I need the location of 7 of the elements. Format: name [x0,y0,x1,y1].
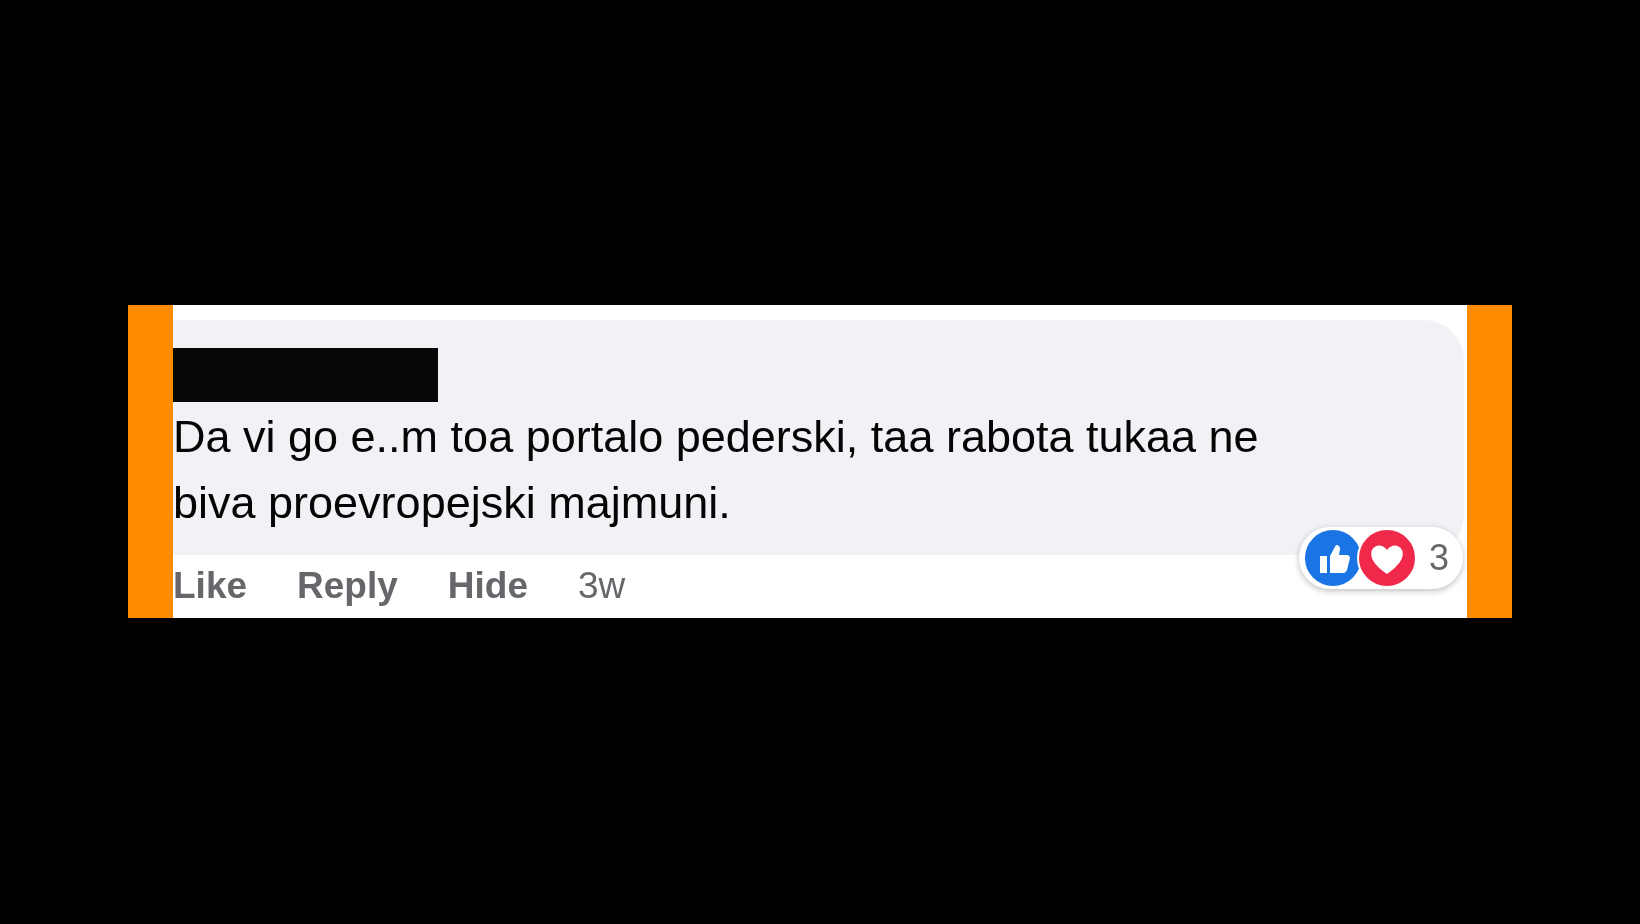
comment-action-link[interactable]: Hide [447,565,528,607]
comment-text: Da vi go e..m toa portalo pederski, taa rabota tukaa ne biva proevropejski majmuni. [173,410,1260,530]
comment-action-link[interactable]: Like [173,565,248,607]
reactions-pill[interactable]: 3 [1298,527,1463,589]
comment-action-link[interactable]: Reply [297,565,398,607]
reaction-count: 3 [1428,537,1449,579]
comment-time: 3w [578,565,626,607]
